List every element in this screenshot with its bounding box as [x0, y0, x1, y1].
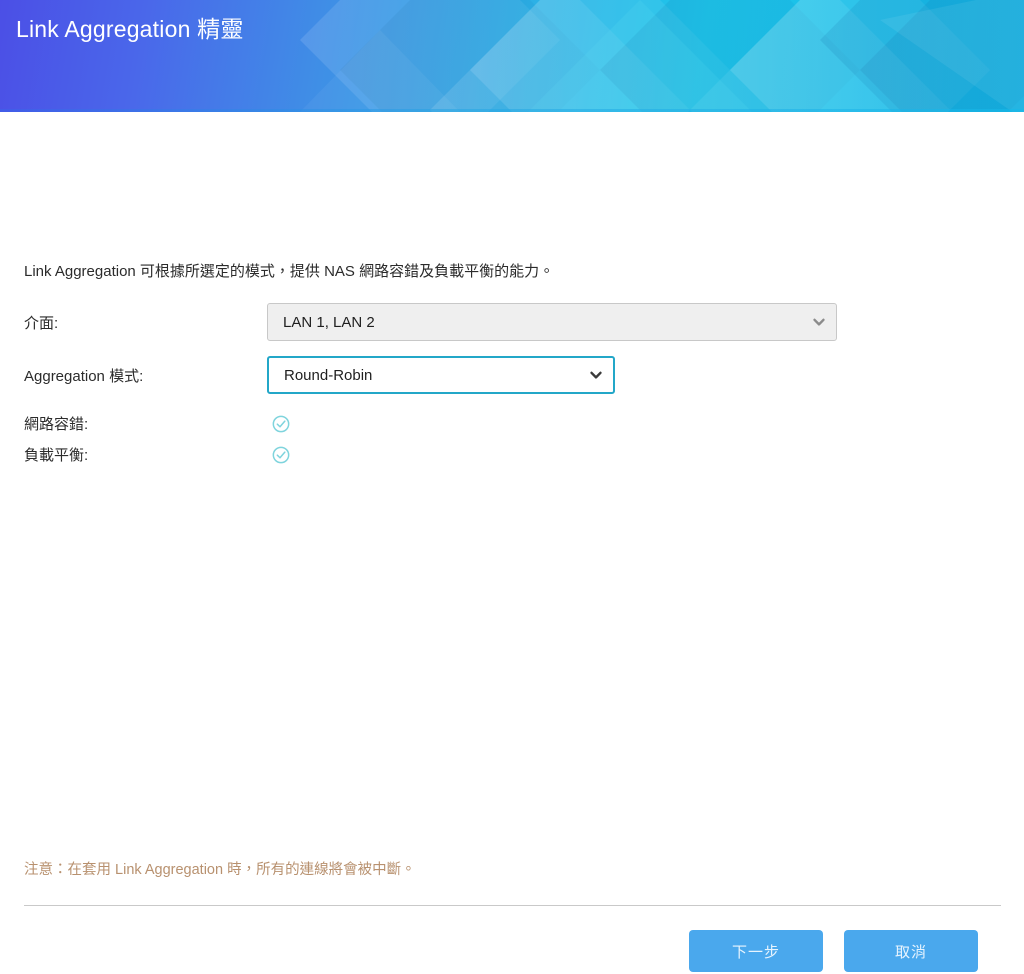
form-row-fault-tolerance: 網路容錯: — [0, 410, 1024, 437]
interface-select[interactable]: LAN 1, LAN 2 — [267, 303, 837, 341]
form-row-aggregation-mode: Aggregation 模式: Round-Robin — [0, 354, 1024, 396]
load-balance-label: 負載平衡: — [24, 447, 89, 464]
footer-actions: 下一步 取消 — [0, 930, 1024, 974]
aggregation-mode-label: Aggregation 模式: — [24, 367, 144, 385]
app-header-banner: Link Aggregation 精靈 — [0, 0, 1024, 112]
form-row-load-balance: 負載平衡: — [0, 441, 1024, 468]
check-circle-icon — [272, 446, 290, 463]
footer-divider — [24, 905, 1001, 906]
description-text: Link Aggregation 可根據所選定的模式，提供 NAS 網路容錯及負… — [24, 263, 555, 280]
check-circle-icon — [272, 415, 290, 432]
chevron-down-icon — [802, 314, 836, 330]
aggregation-mode-select-value: Round-Robin — [284, 366, 373, 384]
settings-form: 介面: LAN 1, LAN 2 Aggregation 模式: Round-R… — [0, 301, 1024, 464]
page-title: Link Aggregation 精靈 — [16, 16, 244, 42]
next-button[interactable]: 下一步 — [689, 930, 823, 972]
header-accent-line — [0, 109, 1024, 112]
interface-select-value: LAN 1, LAN 2 — [283, 313, 375, 331]
interface-label: 介面: — [24, 314, 59, 332]
cancel-button[interactable]: 取消 — [844, 930, 978, 972]
aggregation-mode-select[interactable]: Round-Robin — [267, 356, 615, 394]
fault-tolerance-label: 網路容錯: — [24, 416, 89, 433]
form-row-interface: 介面: LAN 1, LAN 2 — [0, 301, 1024, 343]
chevron-down-icon — [579, 367, 613, 383]
